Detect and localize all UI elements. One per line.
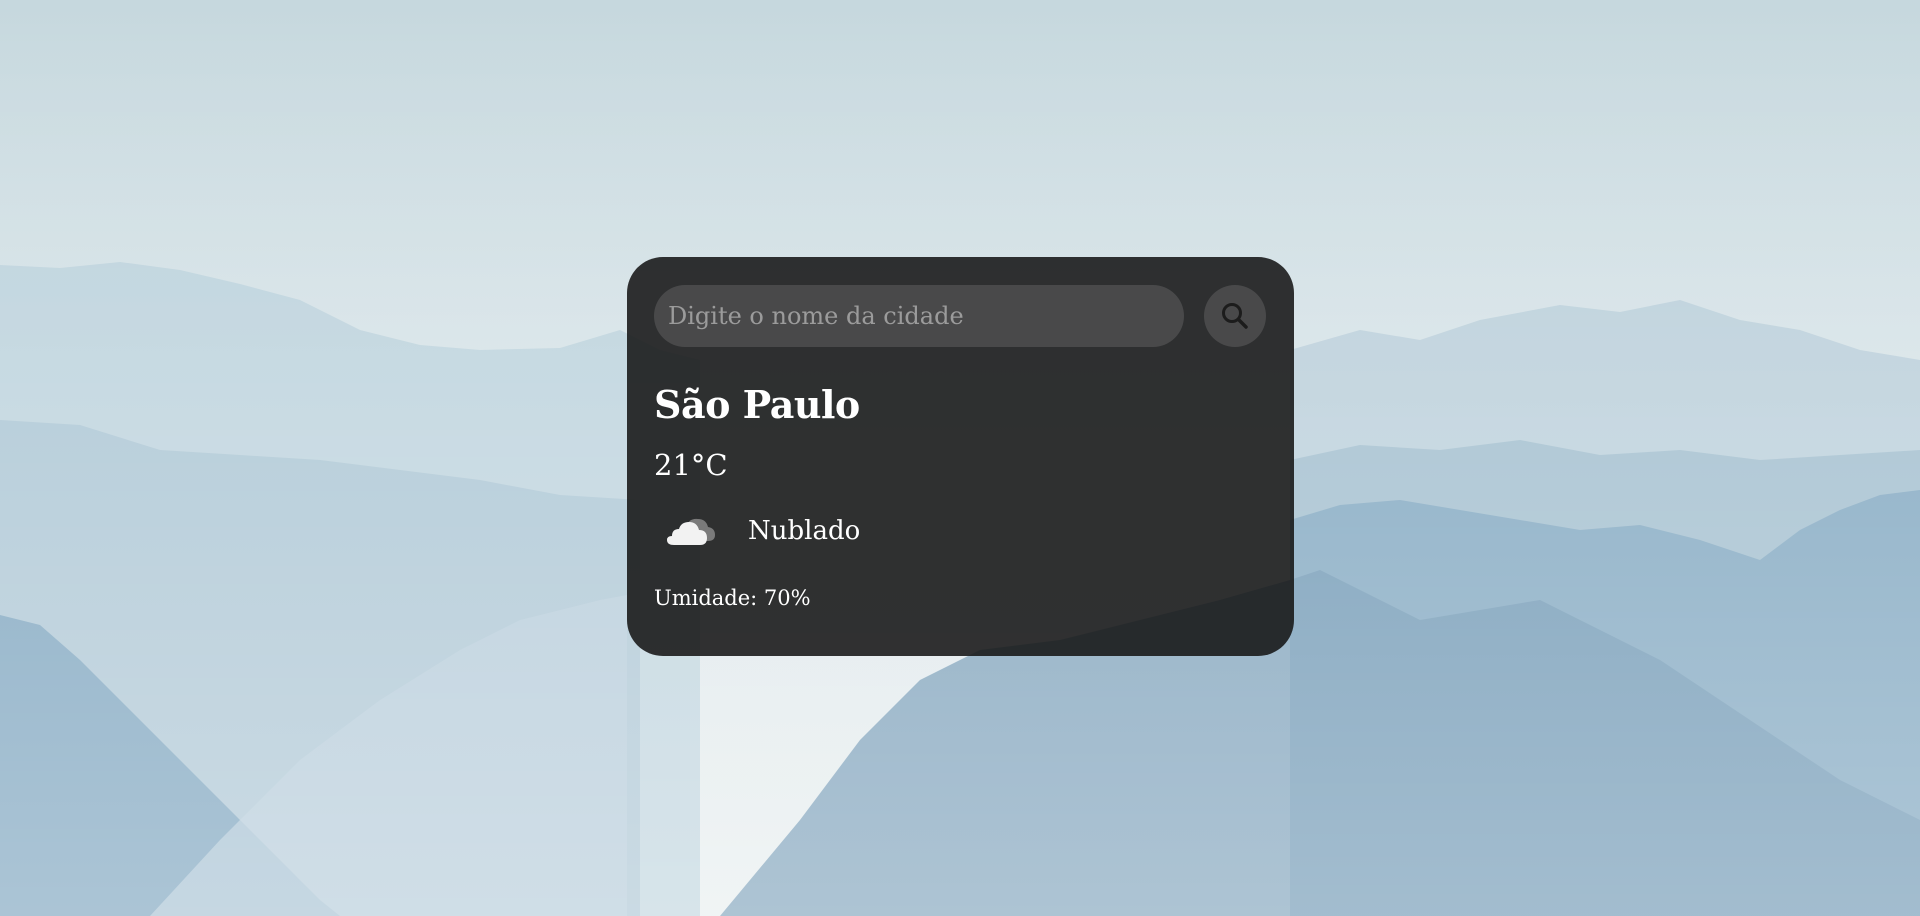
weather-condition: Nublado (654, 507, 1267, 555)
search-button[interactable] (1204, 285, 1266, 347)
search-icon (1222, 303, 1248, 329)
cloud-icon (667, 518, 715, 545)
weather-card: São Paulo 21°C Nublado Umidade: 70% (627, 257, 1294, 656)
city-name: São Paulo (654, 382, 860, 427)
city-search-input[interactable] (654, 285, 1184, 347)
weather-description: Nublado (748, 516, 861, 546)
search-row (654, 284, 1267, 348)
temperature: 21°C (654, 448, 728, 482)
humidity: Umidade: 70% (654, 586, 811, 610)
